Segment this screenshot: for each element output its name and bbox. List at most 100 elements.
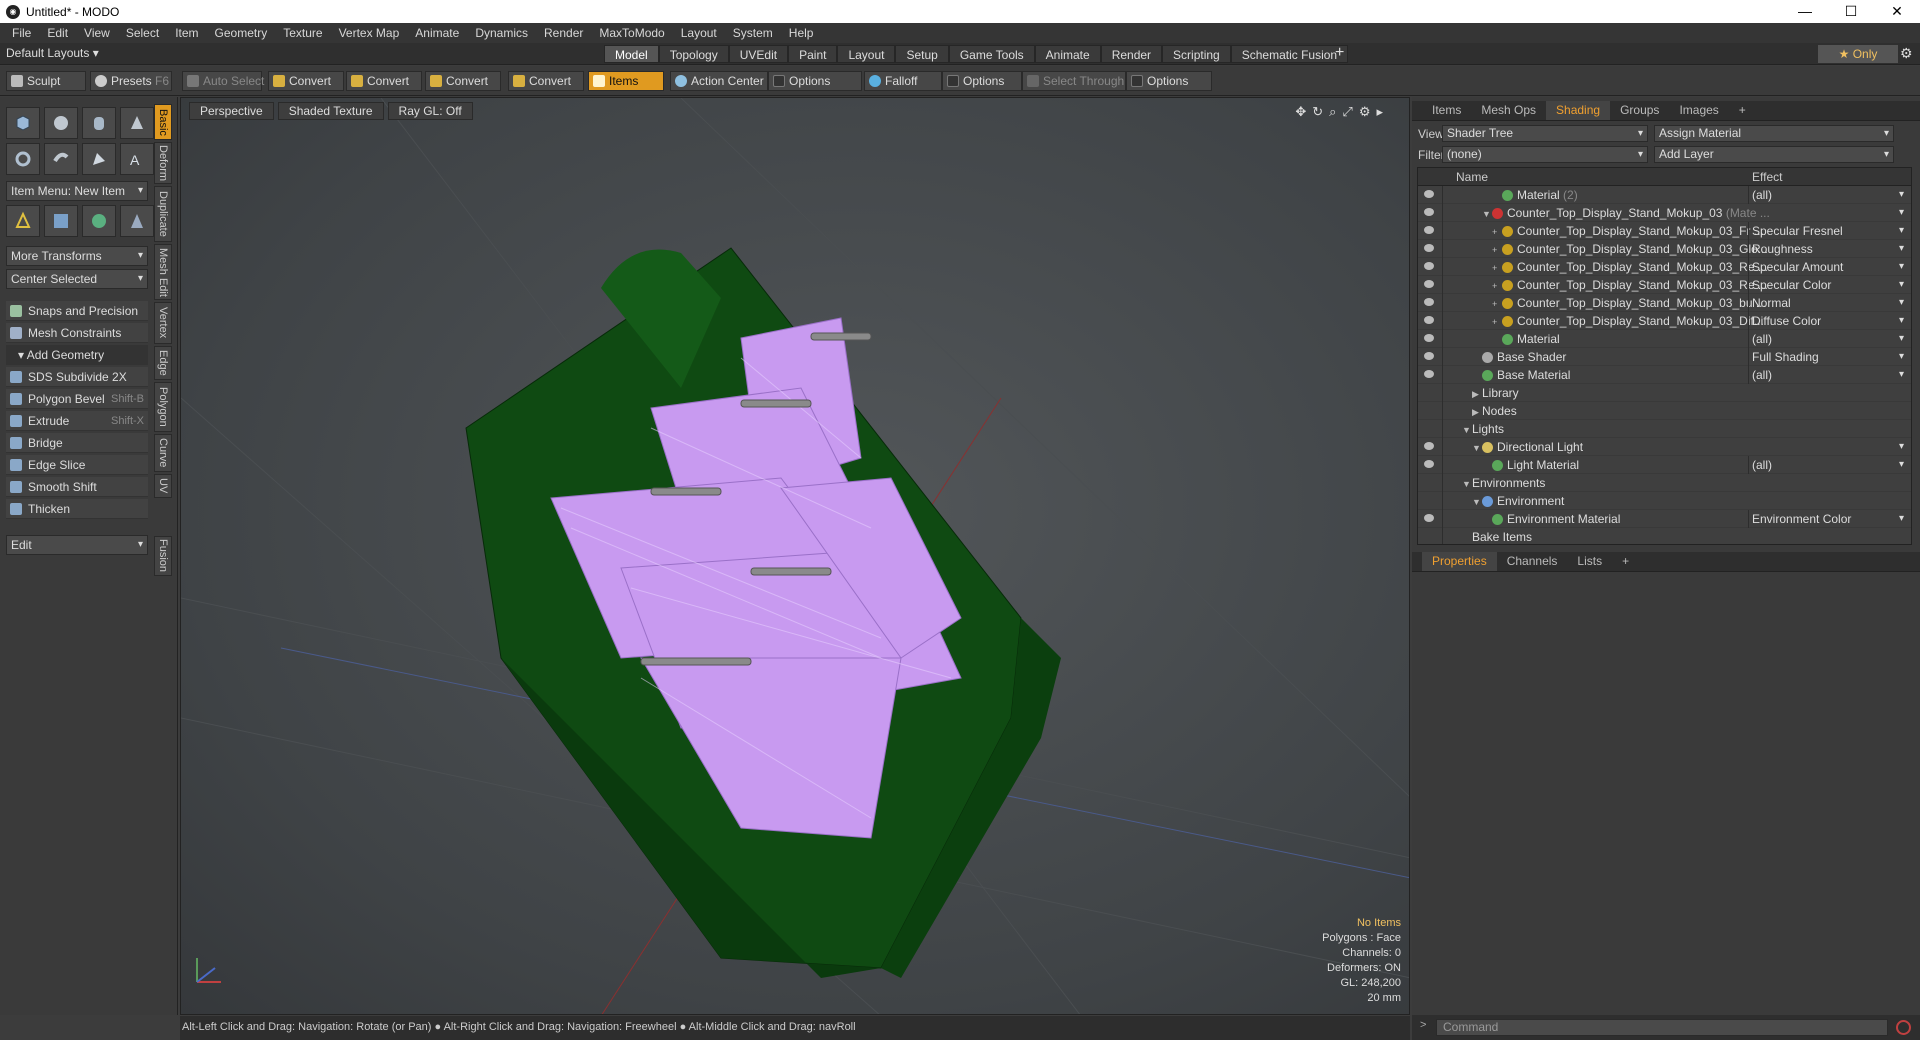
command-input[interactable]: Command <box>1436 1019 1888 1036</box>
shaded-texture-dropdown[interactable]: Shaded Texture <box>277 102 384 120</box>
sphere-icon[interactable] <box>44 107 78 139</box>
expand-triangle-icon[interactable]: ▼ <box>1462 421 1472 439</box>
shader-tree-row[interactable]: + Counter_Top_Display_Stand_Mokup_03_Dif.… <box>1418 312 1911 330</box>
select-through-button[interactable]: Select Through <box>1022 71 1126 91</box>
tab-scripting[interactable]: Scripting <box>1162 45 1231 63</box>
effect-dropdown[interactable]: (all) <box>1748 330 1908 348</box>
expand-plus-icon[interactable]: + <box>1492 295 1502 313</box>
name-column-header[interactable]: Name <box>1456 170 1488 184</box>
menu-item[interactable]: Item <box>167 26 206 40</box>
transform-icon[interactable] <box>6 205 40 237</box>
default-layouts-dropdown[interactable]: Default Layouts ▾ <box>6 46 99 60</box>
tab-images[interactable]: Images <box>1669 101 1728 120</box>
cylinder-icon[interactable] <box>82 107 116 139</box>
capsule-icon[interactable] <box>44 143 78 175</box>
tab-mesh-ops[interactable]: Mesh Ops <box>1471 101 1546 120</box>
extrude-button[interactable]: Extrude Shift-X <box>6 411 148 431</box>
falloff-button[interactable]: Falloff <box>864 71 942 91</box>
pen-icon[interactable] <box>82 143 116 175</box>
effect-dropdown[interactable]: (all) <box>1748 186 1908 204</box>
tab-uvedit[interactable]: UVEdit <box>728 45 789 63</box>
shader-tree-row[interactable]: ▼Lights <box>1418 420 1911 438</box>
menu-edit[interactable]: Edit <box>39 26 76 40</box>
sds-subdivide-button[interactable]: SDS Subdivide 2X <box>6 367 148 387</box>
convert-polygon-button[interactable]: Convert <box>425 71 501 91</box>
more-transforms-dropdown[interactable]: More Transforms <box>6 246 148 266</box>
view-dropdown[interactable]: Shader Tree <box>1442 125 1648 142</box>
visibility-eye-icon[interactable] <box>1424 334 1434 342</box>
tab-lists[interactable]: Lists <box>1567 552 1612 571</box>
expand-plus-icon[interactable]: + <box>1492 313 1502 331</box>
shader-tree-row[interactable]: ▼Environments <box>1418 474 1911 492</box>
effect-dropdown[interactable]: (all) <box>1748 456 1908 474</box>
maximize-button[interactable]: ☐ <box>1828 0 1874 23</box>
3d-viewport[interactable]: Perspective Shaded Texture Ray GL: Off ✥… <box>180 97 1410 1015</box>
assign-material-dropdown[interactable]: Assign Material <box>1654 125 1894 142</box>
add-geometry-section[interactable]: ▾ Add Geometry <box>6 345 148 365</box>
thicken-button[interactable]: Thicken <box>6 499 148 519</box>
mesh-constraints-button[interactable]: Mesh Constraints <box>6 323 148 343</box>
tab-topology[interactable]: Topology <box>658 45 729 63</box>
move-view-icon[interactable]: ✥ <box>1295 104 1312 119</box>
expand-triangle-icon[interactable]: ▼ <box>1482 205 1492 223</box>
shader-tree-row[interactable]: + Counter_Top_Display_Stand_Mokup_03_Re .… <box>1418 258 1911 276</box>
expand-plus-icon[interactable]: + <box>1492 223 1502 241</box>
menu-layout[interactable]: Layout <box>673 26 725 40</box>
auto-select-button[interactable]: Auto Select <box>182 71 264 91</box>
effect-dropdown[interactable]: Specular Fresnel <box>1748 222 1908 240</box>
action-center-button[interactable]: Action Center <box>670 71 768 91</box>
add-tab-button[interactable]: + <box>1729 101 1756 120</box>
vtab-basic[interactable]: Basic <box>154 104 172 140</box>
visibility-eye-icon[interactable] <box>1424 190 1434 198</box>
viewport-gear-icon[interactable]: ⚙ <box>1359 104 1377 119</box>
filter-dropdown[interactable]: (none) <box>1442 146 1648 163</box>
visibility-eye-icon[interactable] <box>1424 244 1434 252</box>
edit-dropdown[interactable]: Edit <box>6 535 148 555</box>
scale-icon[interactable] <box>120 205 154 237</box>
convert-edge-button[interactable]: Convert <box>346 71 422 91</box>
expand-triangle-icon[interactable]: ▼ <box>1472 439 1482 457</box>
fit-view-icon[interactable]: ⤢ <box>1342 104 1358 119</box>
gear-icon[interactable]: ⚙ <box>1900 45 1913 62</box>
shader-tree-row[interactable]: ▶ Library <box>1418 384 1911 402</box>
add-props-tab-button[interactable]: + <box>1612 552 1639 571</box>
tab-items[interactable]: Items <box>1422 101 1471 120</box>
menu-dynamics[interactable]: Dynamics <box>467 26 536 40</box>
shader-tree-row[interactable]: Bake Items <box>1418 528 1911 544</box>
expand-plus-icon[interactable]: + <box>1492 241 1502 259</box>
snaps-and-precision-button[interactable]: Snaps and Precision <box>6 301 148 321</box>
tab-setup[interactable]: Setup <box>895 45 949 63</box>
effect-dropdown[interactable]: Roughness <box>1748 240 1908 258</box>
add-tab-button[interactable]: + <box>1335 44 1344 62</box>
shader-tree-row[interactable]: + Counter_Top_Display_Stand_Mokup_03_Fr .… <box>1418 222 1911 240</box>
tab-channels[interactable]: Channels <box>1497 552 1568 571</box>
convert-vertex-button[interactable]: Convert <box>268 71 344 91</box>
perspective-view-dropdown[interactable]: Perspective <box>189 102 274 120</box>
polygon-bevel-button[interactable]: Polygon Bevel Shift-B <box>6 389 148 409</box>
globe-icon[interactable] <box>82 205 116 237</box>
menu-texture[interactable]: Texture <box>275 26 330 40</box>
shader-tree-row[interactable]: Material (all) <box>1418 330 1911 348</box>
visibility-eye-icon[interactable] <box>1424 298 1434 306</box>
text-icon[interactable]: A <box>120 143 154 175</box>
expand-triangle-icon[interactable]: ▼ <box>1472 493 1482 511</box>
ray-gl-toggle[interactable]: Ray GL: Off <box>387 102 473 120</box>
vtab-edge[interactable]: Edge <box>154 346 172 380</box>
shader-tree-row[interactable]: + Counter_Top_Display_Stand_Mokup_03_Glo.… <box>1418 240 1911 258</box>
convert-item-button[interactable]: Convert <box>508 71 584 91</box>
shader-tree-row[interactable]: + Counter_Top_Display_Stand_Mokup_03_Re .… <box>1418 276 1911 294</box>
menu-maxtomodo[interactable]: MaxToModo <box>591 26 672 40</box>
effect-dropdown[interactable]: Specular Color <box>1748 276 1908 294</box>
tab-model[interactable]: Model <box>604 45 659 63</box>
vtab-vertex[interactable]: Vertex <box>154 302 172 344</box>
menu-select[interactable]: Select <box>118 26 167 40</box>
effect-dropdown[interactable]: (all) <box>1748 366 1908 384</box>
item-menu-dropdown[interactable]: Item Menu: New Item <box>6 181 148 201</box>
vtab-curve[interactable]: Curve <box>154 434 172 472</box>
expand-plus-icon[interactable]: + <box>1492 277 1502 295</box>
shader-tree-row[interactable]: ▼ Directional Light <box>1418 438 1911 456</box>
tab-shading[interactable]: Shading <box>1546 101 1611 120</box>
tab-render[interactable]: Render <box>1100 45 1163 63</box>
visibility-eye-icon[interactable] <box>1424 442 1434 450</box>
shader-tree-row[interactable]: Environment Material Environment Color <box>1418 510 1911 528</box>
